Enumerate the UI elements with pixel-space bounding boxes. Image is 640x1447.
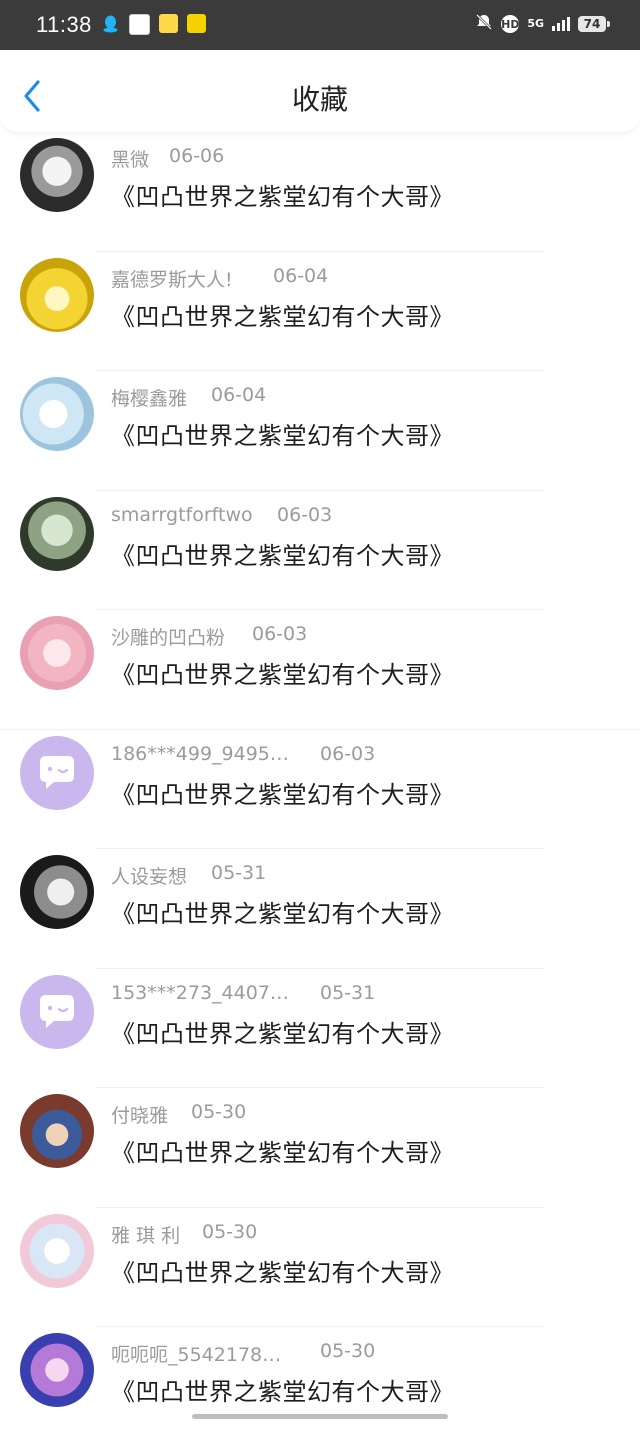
work-title[interactable]: 《凹凸世界之紫堂幻有个大哥》 <box>111 416 454 451</box>
list-item[interactable]: 付晓雅 05-30 《凹凸世界之紫堂幻有个大哥》 <box>0 1088 640 1208</box>
status-bar: 11:38 HD 5G 74 <box>0 0 640 50</box>
work-title[interactable]: 《凹凸世界之紫堂幻有个大哥》 <box>111 775 454 810</box>
kfc-icon <box>129 14 150 35</box>
work-title[interactable]: 《凹凸世界之紫堂幻有个大哥》 <box>111 1372 454 1407</box>
post-date: 05-30 <box>191 1101 247 1123</box>
post-date: 06-03 <box>252 623 308 645</box>
kuaikan-icon <box>187 14 206 33</box>
username[interactable]: 付晓雅 <box>111 1105 168 1127</box>
avatar[interactable] <box>20 855 94 929</box>
post-date: 05-31 <box>320 981 376 1004</box>
avatar[interactable] <box>20 496 94 571</box>
status-app-icons <box>101 14 206 35</box>
username[interactable]: 呃呃呃_5542178… <box>111 1344 281 1366</box>
work-title[interactable]: 《凹凸世界之紫堂幻有个大哥》 <box>111 177 454 212</box>
work-title[interactable]: 《凹凸世界之紫堂幻有个大哥》 <box>111 536 454 571</box>
list-item[interactable]: 沙雕的凹凸粉 06-03 《凹凸世界之紫堂幻有个大哥》 <box>0 610 640 730</box>
avatar[interactable] <box>20 138 94 212</box>
network-type: 5G <box>527 17 544 30</box>
work-title[interactable]: 《凹凸世界之紫堂幻有个大哥》 <box>111 1133 454 1168</box>
fruit-app-icon <box>159 14 178 33</box>
page-title: 收藏 <box>291 83 348 116</box>
username[interactable]: 沙雕的凹凸粉 <box>111 627 225 649</box>
battery-icon: 74 <box>578 16 610 32</box>
default-avatar[interactable] <box>20 735 94 810</box>
username[interactable]: 雅 琪 利 <box>111 1225 180 1247</box>
avatar[interactable] <box>20 257 94 332</box>
work-title[interactable]: 《凹凸世界之紫堂幻有个大哥》 <box>111 1014 454 1049</box>
work-title[interactable]: 《凹凸世界之紫堂幻有个大哥》 <box>111 655 454 690</box>
status-time: 11:38 <box>36 12 92 37</box>
work-title[interactable]: 《凹凸世界之紫堂幻有个大哥》 <box>111 297 454 332</box>
list-item[interactable]: 梅樱鑫雅 06-04 《凹凸世界之紫堂幻有个大哥》 <box>0 371 640 491</box>
username[interactable]: 梅樱鑫雅 <box>111 388 187 410</box>
post-date: 06-04 <box>211 384 267 406</box>
list-item[interactable]: smarrgtforftwo 06-03 《凹凸世界之紫堂幻有个大哥》 <box>0 491 640 610</box>
avatar[interactable] <box>20 1094 94 1168</box>
list-item[interactable]: 186***499_9495… 06-03 《凹凸世界之紫堂幻有个大哥》 <box>0 730 640 849</box>
favorites-list: 黑微 06-06 《凹凸世界之紫堂幻有个大哥》 嘉德罗斯大人! 06-04 《凹凸世… <box>0 132 640 1447</box>
username[interactable]: 黑微 <box>111 149 149 171</box>
avatar[interactable] <box>20 1213 94 1288</box>
status-indicators: HD 5G 74 <box>475 13 610 35</box>
list-item[interactable]: 嘉德罗斯大人! 06-04 《凹凸世界之紫堂幻有个大哥》 <box>0 252 640 371</box>
post-date: 05-30 <box>320 1340 376 1362</box>
avatar[interactable] <box>20 377 94 451</box>
home-indicator[interactable] <box>192 1414 448 1419</box>
top-navigation: 收藏 <box>0 50 640 132</box>
default-avatar[interactable] <box>20 974 94 1049</box>
work-title[interactable]: 《凹凸世界之紫堂幻有个大哥》 <box>111 1253 454 1288</box>
post-date: 06-06 <box>169 145 225 167</box>
mute-bell-icon <box>475 13 493 35</box>
post-date: 06-03 <box>320 742 376 765</box>
chat-bubble-icon <box>40 755 74 789</box>
post-date: 06-04 <box>273 264 329 287</box>
list-item[interactable]: 153***273_4407… 05-31 《凹凸世界之紫堂幻有个大哥》 <box>0 969 640 1088</box>
post-date: 05-31 <box>211 862 267 884</box>
username[interactable]: 186***499_9495… <box>111 743 289 765</box>
username[interactable]: 嘉德罗斯大人! <box>111 269 233 291</box>
list-item[interactable]: 人设妄想 05-31 《凹凸世界之紫堂幻有个大哥》 <box>0 849 640 969</box>
list-item[interactable]: 雅 琪 利 05-30 《凹凸世界之紫堂幻有个大哥》 <box>0 1208 640 1327</box>
signal-icon <box>552 17 570 31</box>
list-item[interactable]: 黑微 06-06 《凹凸世界之紫堂幻有个大哥》 <box>0 132 640 252</box>
username[interactable]: 人设妄想 <box>111 866 187 888</box>
chat-bubble-icon <box>40 994 74 1028</box>
hd-badge: HD <box>501 15 519 33</box>
post-date: 06-03 <box>277 503 333 526</box>
avatar[interactable] <box>20 616 94 690</box>
avatar[interactable] <box>20 1333 94 1407</box>
qq-icon <box>101 14 120 33</box>
username[interactable]: smarrgtforftwo <box>111 504 253 526</box>
work-title[interactable]: 《凹凸世界之紫堂幻有个大哥》 <box>111 894 454 929</box>
list-item[interactable]: 呃呃呃_5542178… 05-30 《凹凸世界之紫堂幻有个大哥》 <box>0 1327 640 1447</box>
username[interactable]: 153***273_4407… <box>111 982 289 1004</box>
post-date: 05-30 <box>202 1220 258 1243</box>
